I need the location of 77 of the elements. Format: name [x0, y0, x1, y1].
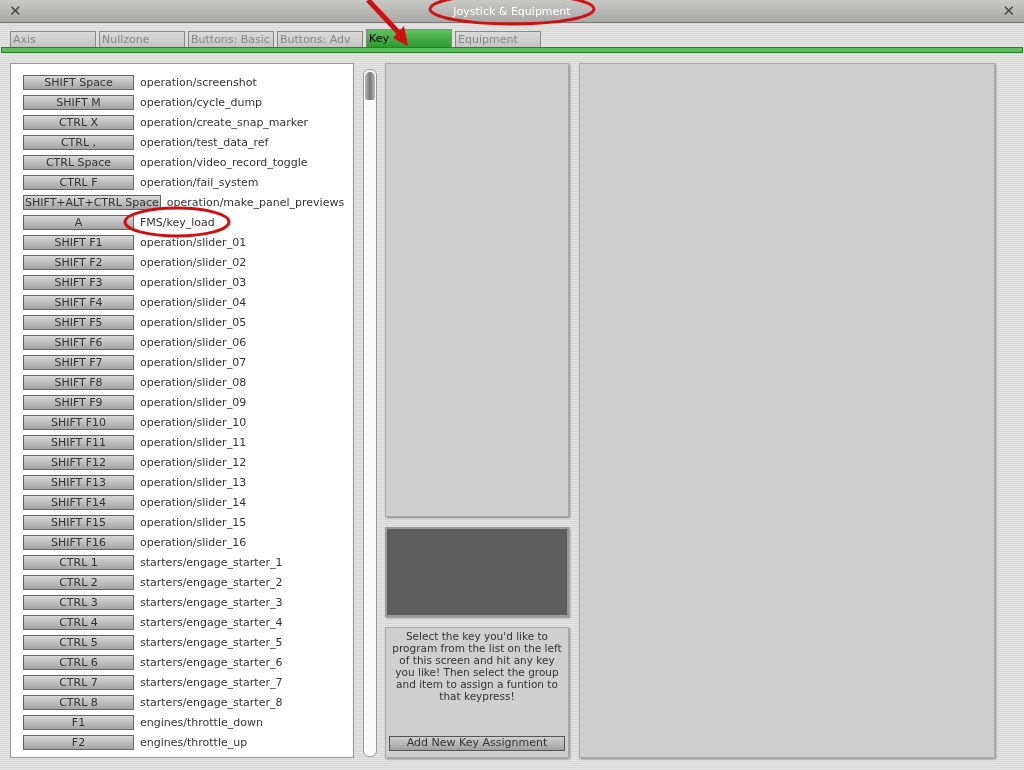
key-button[interactable]: CTRL F — [23, 174, 134, 190]
command-label: engines/throttle_up — [140, 735, 248, 749]
key-button[interactable]: SHIFT F2 — [23, 254, 134, 270]
command-label: operation/slider_11 — [140, 435, 247, 449]
scrollbar[interactable] — [363, 69, 377, 757]
key-button[interactable]: CTRL 1 — [23, 554, 134, 570]
key-button[interactable]: SHIFT Space — [23, 74, 134, 90]
scroll-thumb[interactable] — [365, 72, 375, 100]
command-label: operation/slider_04 — [140, 295, 247, 309]
key-button[interactable]: SHIFT F10 — [23, 414, 134, 430]
command-label: operation/slider_14 — [140, 495, 247, 509]
key-button[interactable]: SHIFT F15 — [23, 514, 134, 530]
key-button[interactable]: SHIFT F3 — [23, 274, 134, 290]
command-label: operation/slider_15 — [140, 515, 247, 529]
key-button[interactable]: SHIFT F1 — [23, 234, 134, 250]
key-button[interactable]: CTRL 7 — [23, 674, 134, 690]
key-button[interactable]: CTRL 6 — [23, 654, 134, 670]
command-label: starters/engage_starter_2 — [140, 575, 283, 589]
key-button[interactable]: SHIFT F8 — [23, 374, 134, 390]
command-label: starters/engage_starter_1 — [140, 555, 283, 569]
key-button[interactable]: CTRL Space — [23, 154, 134, 170]
key-button[interactable]: SHIFT F11 — [23, 434, 134, 450]
command-label: operation/slider_01 — [140, 235, 247, 249]
command-label: operation/slider_16 — [140, 535, 247, 549]
command-label: operation/video_record_toggle — [140, 155, 308, 169]
command-label: starters/engage_starter_3 — [140, 595, 283, 609]
key-button[interactable]: SHIFT F5 — [23, 314, 134, 330]
command-label: starters/engage_starter_5 — [140, 635, 283, 649]
command-label: operation/create_snap_marker — [140, 115, 309, 129]
command-label: operation/slider_12 — [140, 455, 247, 469]
command-label: operation/slider_13 — [140, 475, 247, 489]
command-label: starters/engage_starter_8 — [140, 695, 283, 709]
key-button[interactable]: SHIFT F9 — [23, 394, 134, 410]
key-button[interactable]: SHIFT F4 — [23, 294, 134, 310]
command-label: FMS/key_load — [140, 215, 215, 229]
add-key-button[interactable]: Add New Key Assignment — [389, 736, 565, 751]
command-label: operation/slider_05 — [140, 315, 247, 329]
command-label: starters/engage_starter_7 — [140, 675, 283, 689]
key-button[interactable]: SHIFT+ALT+CTRL Space — [23, 194, 161, 210]
command-label: operation/make_panel_previews — [166, 195, 345, 209]
key-button[interactable]: SHIFT M — [23, 94, 134, 110]
command-label: operation/slider_07 — [140, 355, 247, 369]
key-button[interactable]: CTRL 3 — [23, 594, 134, 610]
command-label: operation/test_data_ref — [140, 135, 269, 149]
command-label: operation/slider_08 — [140, 375, 247, 389]
key-button[interactable]: CTRL 5 — [23, 634, 134, 650]
annotation-arrow — [366, 0, 408, 46]
command-label: operation/slider_10 — [140, 415, 247, 429]
command-label: operation/screenshot — [140, 75, 257, 89]
command-label: operation/slider_03 — [140, 275, 247, 289]
command-label: starters/engage_starter_6 — [140, 655, 283, 669]
key-button[interactable]: F1 — [23, 714, 134, 730]
window-title: Joystick & Equipment — [453, 4, 571, 18]
command-label: operation/slider_09 — [140, 395, 247, 409]
key-button[interactable]: SHIFT F13 — [23, 474, 134, 490]
key-button[interactable]: SHIFT F14 — [23, 494, 134, 510]
close-button[interactable]: ✕ — [6, 2, 25, 20]
help-text: Select the key you'd like to program from the list on the left of this screen and hit any key you like! Then select the group and item to assign a funtion to that keypress! — [391, 630, 563, 703]
command-label: operation/cycle_dump — [140, 95, 263, 109]
key-button[interactable]: CTRL , — [23, 134, 134, 150]
command-label: starters/engage_starter_4 — [140, 615, 283, 629]
command-label: operation/fail_system — [140, 175, 259, 189]
key-button[interactable]: SHIFT F12 — [23, 454, 134, 470]
key-button[interactable]: SHIFT F6 — [23, 334, 134, 350]
key-button[interactable]: CTRL X — [23, 114, 134, 130]
key-button[interactable]: CTRL 4 — [23, 614, 134, 630]
close-button[interactable]: ✕ — [999, 2, 1018, 20]
command-label: operation/slider_02 — [140, 255, 247, 269]
command-label: operation/slider_06 — [140, 335, 247, 349]
key-button[interactable]: SHIFT F7 — [23, 354, 134, 370]
command-label: engines/throttle_down — [140, 715, 263, 729]
key-button[interactable]: CTRL 2 — [23, 574, 134, 590]
key-button[interactable]: SHIFT F16 — [23, 534, 134, 550]
tab[interactable]: Key — [366, 29, 452, 47]
key-button[interactable]: F2 — [23, 734, 134, 750]
key-button[interactable]: A — [23, 214, 134, 230]
key-button[interactable]: CTRL 8 — [23, 694, 134, 710]
